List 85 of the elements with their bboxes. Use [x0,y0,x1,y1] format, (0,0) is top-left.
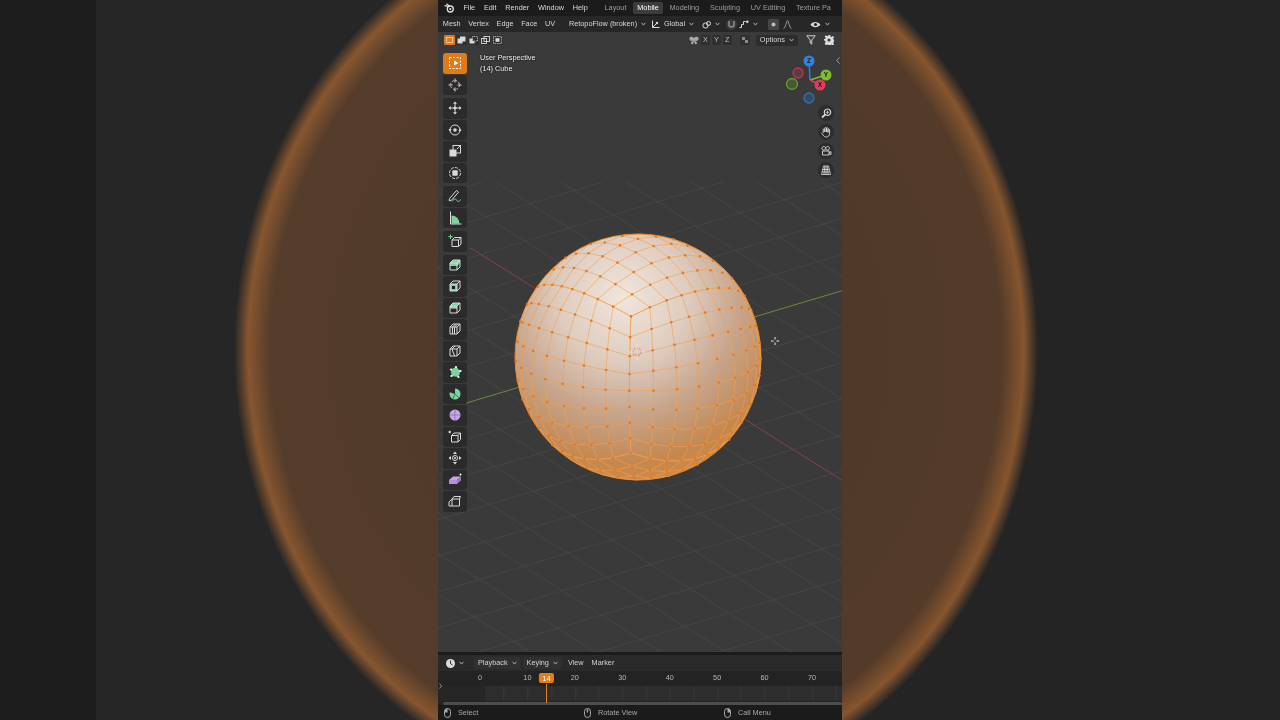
add-cube-tool[interactable] [443,231,467,252]
caret-icon [641,22,647,26]
crosshair-circle-icon [448,77,462,92]
smooth-tool[interactable] [443,405,467,426]
cube-extrude-icon [448,257,462,272]
caret-icon [511,661,517,665]
overlapping-squares-icon[interactable] [480,35,491,45]
shear-tool[interactable] [443,469,467,490]
video-camera-icon[interactable] [818,143,834,159]
scale-icon [448,144,462,159]
timeline-track-area[interactable] [438,686,842,701]
loop-cut-tool[interactable] [443,319,467,340]
pencil-icon [448,189,462,204]
merged-squares-icon[interactable] [456,35,467,45]
sphere-icon [448,408,462,423]
select-box-tool[interactable] [443,53,467,74]
perspective-grid-icon[interactable] [818,162,834,178]
caret-icon [459,661,464,665]
cutout-squares-icon[interactable] [468,35,479,45]
open-cube-icon [448,494,462,509]
extrude-tool[interactable] [443,254,467,275]
bell-curve-icon[interactable] [783,19,792,29]
zoom-icon[interactable] [818,105,834,121]
sidebar-toggle-icon[interactable] [836,57,840,64]
caret-icon [689,22,694,26]
knife-tool[interactable] [443,340,467,361]
cube-cut-icon [448,343,462,358]
poly-build-tool[interactable] [443,362,467,383]
mouse-left-click-icon [444,707,451,718]
polygon-icon [448,365,462,380]
edge-slide-tool[interactable] [443,426,467,447]
protractor-icon [448,210,462,225]
add-cube-icon [448,234,462,249]
clock-icon [446,658,455,668]
filter-icon[interactable] [806,35,816,45]
linked-rings-icon [702,19,711,29]
cursor-tool[interactable] [443,74,467,95]
caret-icon [715,22,720,26]
magnet-icon[interactable] [726,18,737,30]
playhead-line[interactable] [546,684,548,703]
scale-tool[interactable] [443,141,467,162]
horizontal-scrollbar[interactable] [443,701,842,705]
app-logo-icon[interactable] [444,3,455,13]
rotate-icon [448,122,462,137]
measure-tool[interactable] [443,207,467,228]
editor-type-dropdown[interactable] [444,657,466,669]
rip-tool[interactable] [443,491,467,512]
hand-icon[interactable] [818,124,834,140]
eye-icon [810,19,821,29]
select-box-icon [448,56,462,71]
steps-icon [739,20,749,28]
butterfly-icon[interactable] [688,35,699,45]
move-arrows-icon [448,101,462,116]
inset-tool[interactable] [443,276,467,297]
snap-target-dropdown[interactable] [737,18,760,30]
transform-tool[interactable] [443,162,467,183]
slab-icon [448,472,462,487]
shrink-fatten-tool[interactable] [443,448,467,469]
axes-icon [650,19,660,29]
caret-icon [753,22,758,26]
caret-icon [825,22,830,26]
bevel-tool[interactable] [443,297,467,318]
gizmo-negative-axis-handle[interactable] [785,77,799,91]
gizmo-negative-axis-handle[interactable] [792,67,804,79]
pie-icon [448,386,462,401]
pivot-point-dropdown[interactable] [700,18,722,30]
move-tool[interactable] [443,98,467,119]
mouse-middle-click-icon [584,707,591,718]
mouse-right-click-icon [724,707,731,718]
spin-tool[interactable] [443,383,467,404]
rotate-tool[interactable] [443,119,467,140]
caret-icon [789,38,794,42]
cube-dot-icon [448,429,462,444]
settings-icon[interactable] [824,35,834,45]
caret-icon [552,661,558,665]
cube-inset-icon [448,279,462,294]
gizmo-negative-axis-handle[interactable] [803,92,815,104]
dot-tile-icon[interactable] [768,18,779,30]
intersect-squares-icon[interactable] [492,35,503,45]
3d-cursor-icon [628,343,646,361]
crosshair-cursor-icon [770,336,780,346]
annotate-tool[interactable] [443,186,467,207]
squares-icon[interactable] [739,35,750,45]
cube-bevel-icon [448,300,462,315]
cube-loops-icon [448,322,462,337]
